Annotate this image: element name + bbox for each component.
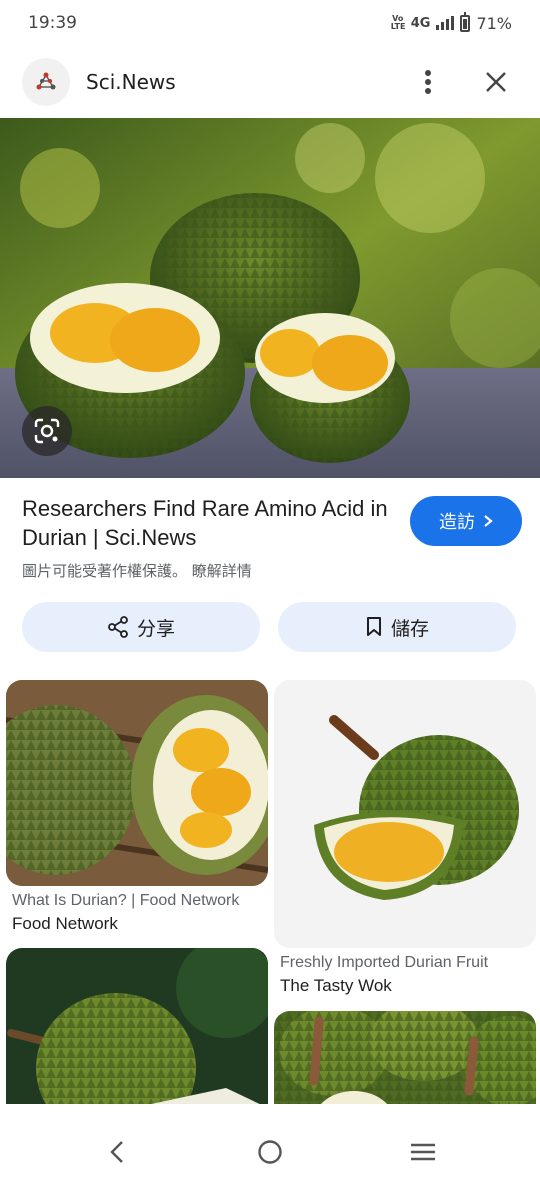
durian-photo bbox=[0, 118, 540, 478]
battery-icon bbox=[460, 11, 471, 32]
related-image bbox=[6, 680, 268, 886]
related-title: What Is Durian? | Food Network bbox=[12, 892, 240, 909]
related-image bbox=[274, 1011, 536, 1104]
home-button[interactable] bbox=[240, 1122, 300, 1182]
result-header: Sci.News bbox=[0, 46, 540, 118]
main-image[interactable] bbox=[0, 118, 540, 478]
copyright-notice[interactable]: 圖片可能受著作權保護。 瞭解詳情 bbox=[22, 560, 522, 581]
back-button[interactable] bbox=[87, 1122, 147, 1182]
recents-menu-icon bbox=[411, 1143, 436, 1161]
related-image bbox=[274, 680, 536, 948]
back-chevron-icon bbox=[109, 1141, 123, 1163]
related-images-grid: What Is Durian? | Food Network Food Netw… bbox=[6, 680, 536, 1104]
network-type: 4G bbox=[410, 15, 431, 31]
system-nav-bar bbox=[0, 1104, 540, 1200]
related-image bbox=[6, 948, 268, 1104]
more-options-button[interactable] bbox=[406, 60, 450, 104]
related-card[interactable] bbox=[274, 1011, 536, 1104]
related-source: The Tasty Wok bbox=[280, 976, 392, 995]
related-title: Freshly Imported Durian Fruit bbox=[280, 954, 489, 971]
status-indicators: Vo LTE 4G 71% bbox=[390, 11, 512, 33]
recents-button[interactable] bbox=[393, 1122, 453, 1182]
status-time: 19:39 bbox=[28, 13, 77, 33]
close-button[interactable] bbox=[474, 60, 518, 104]
more-vert-icon bbox=[425, 70, 431, 94]
home-circle-icon bbox=[258, 1140, 282, 1164]
share-icon bbox=[108, 616, 128, 638]
signal-icon bbox=[436, 16, 455, 30]
action-buttons: 分享 儲存 bbox=[22, 602, 516, 652]
bookmark-icon bbox=[366, 617, 381, 636]
site-name[interactable]: Sci.News bbox=[86, 70, 406, 94]
image-title[interactable]: Researchers Find Rare Amino Acid in Duri… bbox=[22, 494, 392, 552]
image-info: Researchers Find Rare Amino Acid in Duri… bbox=[22, 494, 522, 581]
sci-news-logo-icon bbox=[36, 72, 56, 90]
related-card[interactable] bbox=[6, 948, 268, 1104]
close-icon bbox=[486, 72, 506, 92]
volte-icon: Vo LTE bbox=[390, 14, 406, 31]
site-logo[interactable] bbox=[22, 58, 70, 106]
battery-percent: 71% bbox=[476, 13, 512, 33]
status-bar: 19:39 Vo LTE 4G 71% bbox=[0, 0, 540, 46]
share-label: 分享 bbox=[136, 617, 175, 640]
chevron-right-icon bbox=[484, 515, 493, 527]
visit-button[interactable]: 造訪 bbox=[410, 496, 522, 546]
google-lens-button[interactable] bbox=[22, 406, 72, 456]
lens-icon bbox=[34, 418, 60, 444]
related-card[interactable]: What Is Durian? | Food Network Food Netw… bbox=[6, 680, 268, 934]
visit-label: 造訪 bbox=[439, 512, 475, 533]
share-button[interactable]: 分享 bbox=[22, 602, 260, 652]
save-button[interactable]: 儲存 bbox=[278, 602, 516, 652]
related-source: Food Network bbox=[12, 914, 118, 933]
save-label: 儲存 bbox=[390, 617, 429, 640]
related-card[interactable]: Freshly Imported Durian Fruit The Tasty … bbox=[274, 680, 536, 996]
